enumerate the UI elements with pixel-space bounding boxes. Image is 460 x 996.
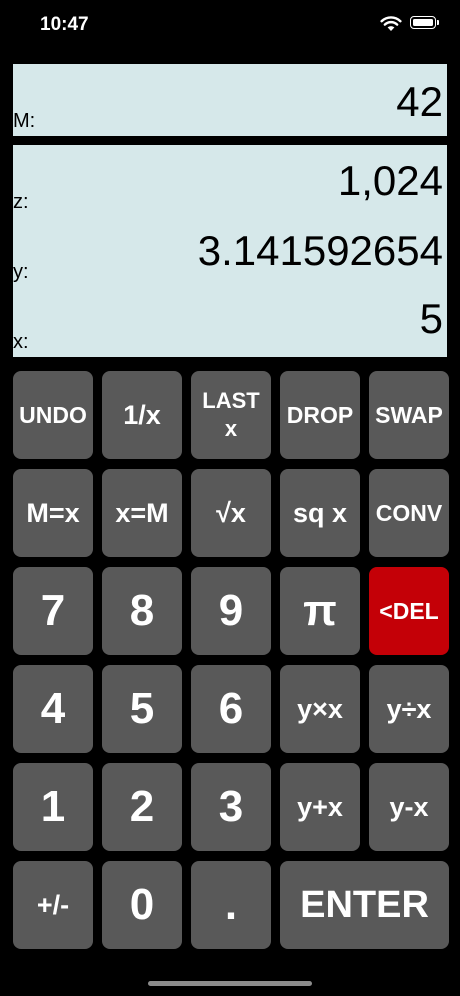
pi-button[interactable]: π <box>280 567 360 655</box>
decimal-point-button[interactable]: . <box>191 861 271 949</box>
stack-display: z: 1,024 y: 3.141592654 x: 5 <box>13 145 447 357</box>
digit-6-button[interactable]: 6 <box>191 665 271 753</box>
memory-register: M: 42 <box>13 64 447 136</box>
register-x-label: x: <box>13 331 29 353</box>
register-y-value: 3.141592654 <box>197 227 443 274</box>
digit-2-button[interactable]: 2 <box>102 763 182 851</box>
swap-button[interactable]: SWAP <box>369 371 449 459</box>
status-time: 10:47 <box>40 14 89 35</box>
digit-8-button[interactable]: 8 <box>102 567 182 655</box>
battery-icon <box>410 16 439 29</box>
memory-label: M: <box>13 110 36 132</box>
digit-5-button[interactable]: 5 <box>102 665 182 753</box>
wifi-icon <box>380 16 402 31</box>
digit-9-button[interactable]: 9 <box>191 567 271 655</box>
last-x-button[interactable]: LAST x <box>191 371 271 459</box>
digit-7-button[interactable]: 7 <box>13 567 93 655</box>
change-sign-button[interactable]: +/- <box>13 861 93 949</box>
delete-button[interactable]: <DEL <box>369 567 449 655</box>
enter-button[interactable]: ENTER <box>280 861 449 949</box>
last-x-label-line2: x <box>224 416 238 441</box>
add-button[interactable]: y+x <box>280 763 360 851</box>
digit-1-button[interactable]: 1 <box>13 763 93 851</box>
digit-3-button[interactable]: 3 <box>191 763 271 851</box>
register-z-value: 1,024 <box>337 157 443 204</box>
square-root-button[interactable]: √x <box>191 469 271 557</box>
status-bar: 10:47 <box>0 0 460 52</box>
subtract-button[interactable]: y-x <box>369 763 449 851</box>
divide-button[interactable]: y÷x <box>369 665 449 753</box>
register-x-value: 5 <box>419 295 443 342</box>
memory-store-button[interactable]: M=x <box>13 469 93 557</box>
multiply-button[interactable]: y×x <box>280 665 360 753</box>
memory-value: 42 <box>396 78 443 125</box>
convert-button[interactable]: CONV <box>369 469 449 557</box>
digit-4-button[interactable]: 4 <box>13 665 93 753</box>
register-z-label: z: <box>13 191 29 213</box>
home-indicator[interactable] <box>148 981 312 986</box>
square-button[interactable]: sq x <box>280 469 360 557</box>
undo-button[interactable]: UNDO <box>13 371 93 459</box>
drop-button[interactable]: DROP <box>280 371 360 459</box>
digit-0-button[interactable]: 0 <box>102 861 182 949</box>
register-y-label: y: <box>13 261 29 283</box>
memory-recall-button[interactable]: x=M <box>102 469 182 557</box>
reciprocal-button[interactable]: 1/x <box>102 371 182 459</box>
last-x-label-line1: LAST <box>202 388 260 413</box>
